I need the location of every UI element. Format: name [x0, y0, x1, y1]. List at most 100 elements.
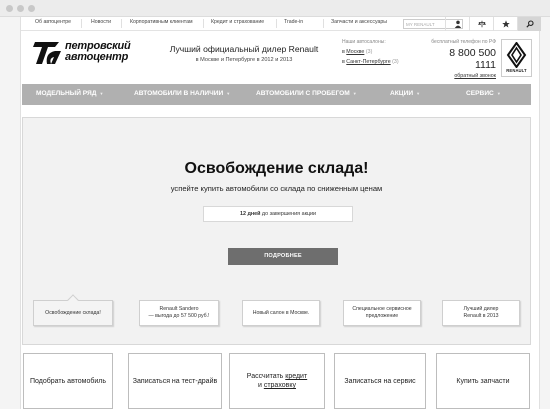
cities-caption: Наши автосалоны:	[342, 39, 386, 45]
compare-button[interactable]	[469, 17, 493, 31]
menu-item-in-stock[interactable]: АВТОМОБИЛИ В НАЛИЧИИ ▼	[134, 90, 230, 97]
promo-tab-text: Освобождение склада!	[45, 310, 101, 317]
caret-down-icon: ▼	[496, 91, 501, 96]
top-nav-parts[interactable]: Запчасти и аксессуары	[331, 19, 387, 25]
hero-banner: Освобождение склада! успейте купить авто…	[22, 117, 531, 345]
menu-item-used[interactable]: АВТОМОБИЛИ С ПРОБЕГОМ ▼	[256, 90, 357, 97]
promo-tab-line: Renault в 2013	[463, 313, 499, 319]
web-page: Об автоцентре Новости Корпоративным клие…	[20, 17, 541, 409]
caret-down-icon: ▼	[99, 91, 104, 96]
menu-item-label: АВТОМОБИЛИ С ПРОБЕГОМ	[256, 90, 350, 97]
hero-subtitle: успейте купить автомобили со склада по с…	[170, 184, 383, 193]
caret-down-icon: ▼	[226, 91, 231, 96]
tagline-title: Лучший официальный дилер Renault	[169, 44, 319, 54]
city-moscow[interactable]: в Москве (3)	[342, 49, 422, 55]
divider	[203, 19, 204, 28]
phone-number[interactable]: 8 800 500 1111	[426, 47, 496, 71]
test-drive-button[interactable]: Записаться на тест-драйв	[128, 353, 222, 409]
window-control-dot[interactable]	[17, 5, 24, 12]
browser-window: Об автоцентре Новости Корпоративным клие…	[0, 0, 550, 409]
scales-icon	[477, 20, 486, 28]
active-tab-notch	[67, 294, 79, 306]
countdown-text: до завершения акции	[260, 211, 317, 217]
top-nav-tradein[interactable]: Trade-in	[284, 19, 303, 25]
promo-tab-sandero[interactable]: Renault Sandero — выгода до 57 500 руб.!	[139, 300, 219, 326]
divider	[121, 19, 122, 28]
promo-tab-service-offer[interactable]: Специальное сервисное предложение	[343, 300, 421, 326]
menu-item-service[interactable]: СЕРВИС ▼	[466, 90, 501, 97]
promo-tab-line: Renault Sandero	[159, 306, 199, 312]
logo-line: автоцентр	[65, 51, 129, 63]
promo-tab-best-dealer[interactable]: Лучший дилер Renault в 2013	[442, 300, 520, 326]
service-booking-button[interactable]: Записаться на сервис	[334, 353, 426, 409]
dealer-tagline: Лучший официальный дилер Renault в Москв…	[159, 44, 329, 63]
countdown-days: 12 дней	[239, 211, 261, 217]
renault-logo-label: RENAULT	[506, 68, 527, 73]
promo-tab-text: Новый салон в Москве.	[253, 310, 310, 317]
phone-caption: бесплатный телефон по РФ	[431, 39, 496, 45]
credit-link[interactable]: кредит	[285, 373, 307, 380]
hero-title: Освобождение склада!	[184, 160, 369, 177]
calculate-credit-button[interactable]: Рассчитать кредит и страховку	[229, 353, 325, 409]
window-control-dot[interactable]	[6, 5, 13, 12]
top-nav-about[interactable]: Об автоцентре	[35, 19, 71, 25]
menu-item-label: АКЦИИ	[390, 90, 414, 97]
calculate-line: и страховку	[247, 381, 307, 390]
search-button[interactable]	[517, 17, 541, 31]
caret-down-icon: ▼	[416, 91, 421, 96]
divider	[276, 19, 277, 28]
promo-tab-clearance[interactable]: Освобождение склада!	[33, 294, 113, 326]
callback-link[interactable]: обратный звонок	[426, 73, 496, 79]
top-nav-news[interactable]: Новости	[91, 19, 111, 25]
promo-tab-text: Специальное сервисное предложение	[352, 306, 411, 320]
insurance-link[interactable]: страховку	[264, 382, 296, 389]
renault-diamond-icon	[506, 42, 527, 68]
caret-down-icon: ▼	[352, 91, 357, 96]
logo-text: петровский автоцентр	[65, 41, 131, 63]
promo-tab-new-salon[interactable]: Новый салон в Москве.	[242, 300, 320, 326]
account-button[interactable]	[445, 17, 469, 31]
promo-tab-line: Специальное сервисное	[352, 306, 412, 312]
phone-block: бесплатный телефон по РФ 8 800 500 1111 …	[426, 39, 496, 79]
site-logo[interactable]: петровский автоцентр	[33, 39, 148, 67]
city-moscow-link[interactable]: Москве	[346, 49, 364, 55]
buy-parts-button[interactable]: Купить запчасти	[436, 353, 530, 409]
promo-tab-line: — выгода до 57 500 руб.!	[148, 313, 210, 319]
menu-item-label: МОДЕЛЬНЫЙ РЯД	[36, 90, 97, 97]
calculate-line: Рассчитать кредит	[247, 372, 307, 381]
menu-item-models[interactable]: МОДЕЛЬНЫЙ РЯД ▼	[36, 90, 103, 97]
promo-tab-line: Новый салон в Москве.	[252, 309, 310, 316]
calculate-text: Рассчитать кредит и страховку	[247, 372, 307, 390]
city-spb[interactable]: в Санкт-Петербурге (3)	[342, 59, 422, 65]
divider	[81, 19, 82, 28]
search-icon	[525, 20, 534, 28]
promo-tab-text: Renault Sandero — выгода до 57 500 руб.!	[148, 306, 209, 320]
logo-mark-icon	[33, 42, 61, 64]
menu-item-label: СЕРВИС	[466, 90, 494, 97]
promo-tab-line: Освобождение склада!	[45, 309, 101, 316]
top-nav-credit[interactable]: Кредит и страхование	[211, 19, 264, 25]
favorites-button[interactable]	[493, 17, 517, 31]
menu-item-label: АВТОМОБИЛИ В НАЛИЧИИ	[134, 90, 224, 97]
top-nav-corporate[interactable]: Корпоративным клиентам	[130, 19, 193, 25]
more-details-button[interactable]: ПОДРОБНЕЕ	[228, 248, 338, 265]
pick-car-button[interactable]: Подобрать автомобиль	[23, 353, 113, 409]
star-icon	[501, 20, 510, 28]
user-icon	[454, 20, 461, 28]
promo-tab-line: Лучший дилер	[463, 306, 499, 312]
promo-countdown: 12 дней до завершения акции	[203, 206, 353, 222]
divider	[323, 19, 324, 28]
renault-logo[interactable]: RENAULT	[501, 39, 532, 77]
menu-item-offers[interactable]: АКЦИИ ▼	[390, 90, 420, 97]
city-spb-link[interactable]: Санкт-Петербурге	[346, 59, 390, 65]
promo-tab-text: Лучший дилер Renault в 2013	[463, 306, 498, 320]
calculate-prefix: Рассчитать	[246, 373, 286, 380]
dealer-cities: Наши автосалоны: в Москве (3) в Санкт-Пе…	[342, 39, 422, 65]
main-menu: МОДЕЛЬНЫЙ РЯД ▼ АВТОМОБИЛИ В НАЛИЧИИ ▼ АВТ…	[22, 84, 531, 105]
window-control-dot[interactable]	[28, 5, 35, 12]
city-count: (3)	[390, 59, 399, 65]
window-titlebar	[0, 0, 550, 17]
promo-tab-line: предложение	[365, 313, 399, 319]
top-nav: Об автоцентре Новости Корпоративным клие…	[21, 17, 541, 31]
city-count: (3)	[364, 49, 373, 55]
